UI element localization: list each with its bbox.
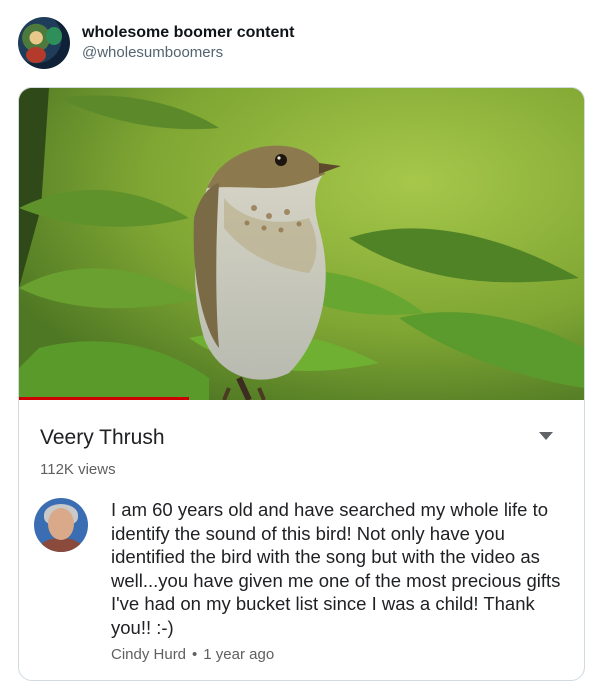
comment-meta: Cindy Hurd • 1 year ago bbox=[111, 646, 274, 663]
commenter-avatar[interactable] bbox=[34, 498, 88, 552]
comment-author[interactable]: Cindy Hurd bbox=[111, 646, 186, 663]
profile-avatar[interactable] bbox=[18, 17, 70, 69]
video-progress-bar bbox=[19, 397, 189, 400]
thrush-photo bbox=[19, 88, 584, 400]
account-names: wholesome boomer content @wholesumboomer… bbox=[82, 23, 294, 63]
meta-separator: • bbox=[192, 646, 198, 663]
video-thumbnail[interactable] bbox=[19, 88, 584, 400]
display-name[interactable]: wholesome boomer content bbox=[82, 23, 294, 43]
dropdown-caret-icon[interactable] bbox=[539, 432, 553, 440]
video-title[interactable]: Veery Thrush bbox=[40, 425, 165, 451]
view-count: 112K views bbox=[40, 461, 116, 478]
post-header: wholesome boomer content @wholesumboomer… bbox=[18, 16, 294, 70]
account-handle[interactable]: @wholesumboomers bbox=[82, 43, 294, 63]
comment-time: 1 year ago bbox=[203, 646, 275, 663]
comment-text: I am 60 years old and have searched my w… bbox=[111, 499, 561, 638]
screenshot-card: Veery Thrush 112K views I am 60 years ol… bbox=[18, 87, 585, 681]
